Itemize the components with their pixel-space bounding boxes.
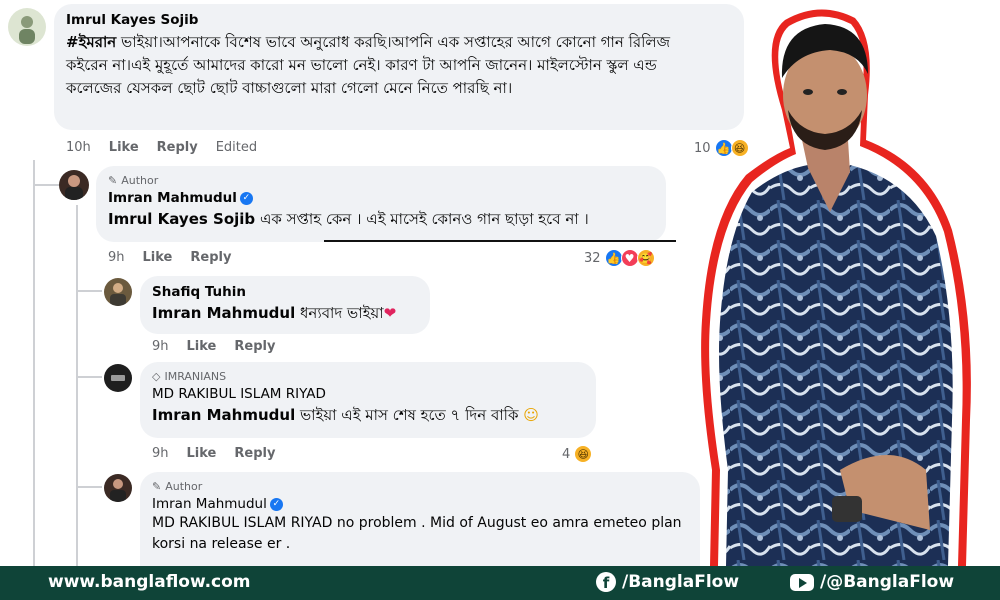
thread-line — [76, 290, 102, 292]
comment-author[interactable]: Imrul Kayes Sojib — [66, 12, 732, 28]
author-badge: ✎ Author — [108, 174, 654, 187]
diamond-icon: ◇ — [152, 370, 161, 383]
like-button[interactable]: Like — [143, 250, 173, 265]
comment-body: ভাইয়া।আপনাকে বিশেষ ভাবে অনুরোধ করছি।আপন… — [66, 33, 671, 97]
mention-link[interactable]: Imrul Kayes Sojib — [108, 210, 255, 228]
mention-link[interactable]: Imran Mahmudul — [152, 406, 295, 424]
comment-actions: 10h Like Reply Edited — [66, 140, 257, 155]
fan-badge-label: IMRANIANS — [164, 370, 227, 383]
comment-actions: 9h Like Reply — [152, 446, 275, 461]
comment-author[interactable]: MD RAKIBUL ISLAM RIYAD — [152, 386, 584, 402]
reaction-summary[interactable]: 4 😆 — [562, 445, 593, 463]
comment-author[interactable]: Shafiq Tuhin — [152, 284, 418, 300]
comment-body: ধন্যবাদ ভাইয়া — [295, 304, 384, 322]
mention-link[interactable]: MD RAKIBUL ISLAM RIYAD — [152, 515, 332, 531]
reaction-count: 4 — [562, 446, 571, 462]
thread-line — [33, 160, 35, 566]
facebook-handle: /BanglaFlow — [622, 572, 740, 592]
pencil-icon: ✎ — [108, 174, 118, 187]
pencil-icon: ✎ — [152, 480, 162, 493]
fan-badge: ◇ IMRANIANS — [152, 370, 584, 383]
edited-label: Edited — [215, 140, 258, 155]
care-reaction-icon: 🥰 — [636, 249, 655, 267]
reaction-summary[interactable]: 32 👍 ♥ 🥰 — [584, 249, 655, 267]
smile-emoji-icon: ☺ — [523, 406, 539, 424]
heart-emoji-icon: ❤ — [383, 304, 397, 322]
verified-badge-icon: ✓ — [269, 497, 283, 511]
thread-line — [76, 376, 102, 378]
comment-author-name[interactable]: Imran Mahmudul — [108, 190, 237, 206]
avatar[interactable] — [8, 8, 46, 46]
comment-author[interactable]: Imran Mahmudul ✓ — [152, 496, 688, 512]
avatar[interactable] — [104, 474, 132, 502]
love-reaction-icon: ♥ — [620, 249, 639, 267]
author-badge-label: Author — [121, 174, 159, 187]
avatar[interactable] — [104, 364, 132, 392]
facebook-icon: f — [596, 572, 616, 592]
reply-button[interactable]: Reply — [234, 339, 275, 354]
comment-text: #ইমরান ভাইয়া।আপনাকে বিশেষ ভাবে অনুরোধ ক… — [66, 31, 732, 100]
reply-button[interactable]: Reply — [234, 446, 275, 461]
hashtag-link[interactable]: #ইমরান — [66, 33, 116, 51]
youtube-icon — [790, 573, 814, 591]
like-button[interactable]: Like — [187, 339, 217, 354]
comment-actions: 9h Like Reply — [108, 250, 231, 265]
comment-actions: 9h Like Reply — [152, 339, 275, 354]
comment-text: Imrul Kayes Sojib এক সপ্তাহ কেন । এই মাস… — [108, 208, 654, 231]
reply-button[interactable]: Reply — [157, 140, 198, 155]
avatar[interactable] — [104, 278, 132, 306]
reaction-count: 32 — [584, 250, 601, 266]
comment-author-name[interactable]: Imran Mahmudul — [152, 496, 267, 512]
footer-bar: www.banglaflow.com f /BanglaFlow /@Bangl… — [0, 566, 1000, 600]
facebook-link[interactable]: f /BanglaFlow — [596, 572, 739, 592]
thread-line — [76, 486, 102, 488]
comment-body: এক সপ্তাহ কেন । এই মাসেই কোনও গান ছাড়া … — [255, 210, 589, 228]
comment-bubble: ◇ IMRANIANS MD RAKIBUL ISLAM RIYAD Imran… — [140, 362, 596, 438]
mention-link[interactable]: Imran Mahmudul — [152, 304, 295, 322]
person-photo — [701, 9, 971, 566]
verified-badge-icon: ✓ — [239, 191, 253, 205]
highlight-underline — [324, 240, 676, 242]
comment-bubble: Imrul Kayes Sojib #ইমরান ভাইয়া।আপনাকে ব… — [54, 4, 744, 130]
haha-reaction-icon: 😆 — [574, 445, 593, 463]
timestamp[interactable]: 10h — [66, 140, 91, 155]
comment-bubble: ✎ Author Imran Mahmudul ✓ MD RAKIBUL ISLA… — [140, 472, 700, 566]
thread-line — [33, 184, 59, 186]
thread-line — [76, 205, 78, 566]
timestamp[interactable]: 9h — [152, 446, 169, 461]
comment-author[interactable]: Imran Mahmudul ✓ — [108, 190, 654, 206]
author-badge-label: Author — [165, 480, 203, 493]
comment-body: ভাইয়া এই মাস শেষ হতে ৭ দিন বাকি — [295, 406, 519, 424]
author-badge: ✎ Author — [152, 480, 688, 493]
website-link[interactable]: www.banglaflow.com — [48, 572, 251, 592]
like-button[interactable]: Like — [187, 446, 217, 461]
comment-text: Imran Mahmudul ধন্যবাদ ভাইয়া❤ — [152, 302, 418, 325]
comment-bubble: Shafiq Tuhin Imran Mahmudul ধন্যবাদ ভাইয… — [140, 276, 430, 334]
like-reaction-icon: 👍 — [604, 249, 623, 267]
comment-text: MD RAKIBUL ISLAM RIYAD no problem . Mid … — [152, 513, 692, 555]
timestamp[interactable]: 9h — [152, 339, 169, 354]
timestamp[interactable]: 9h — [108, 250, 125, 265]
comment-text: Imran Mahmudul ভাইয়া এই মাস শেষ হতে ৭ দ… — [152, 404, 584, 427]
comment-bubble: ✎ Author Imran Mahmudul ✓ Imrul Kayes Soj… — [96, 166, 666, 242]
avatar[interactable] — [59, 170, 89, 200]
reply-button[interactable]: Reply — [190, 250, 231, 265]
youtube-handle: /@BanglaFlow — [820, 572, 955, 592]
like-button[interactable]: Like — [109, 140, 139, 155]
youtube-link[interactable]: /@BanglaFlow — [790, 572, 954, 592]
